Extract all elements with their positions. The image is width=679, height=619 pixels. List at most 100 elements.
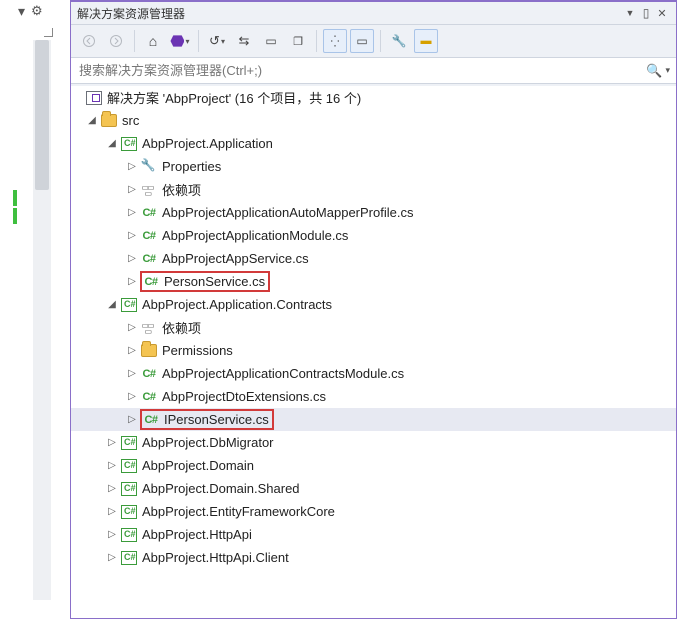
expand-icon[interactable]: ▷ xyxy=(125,390,139,404)
csproj-icon xyxy=(121,482,137,496)
properties-icon xyxy=(142,160,157,174)
back-button xyxy=(77,29,101,53)
expand-icon[interactable]: ▷ xyxy=(125,275,139,289)
expand-icon[interactable]: ▷ xyxy=(105,551,119,565)
arrow-left-icon xyxy=(83,35,95,47)
project-httpapiclient[interactable]: ▷ AbpProject.HttpApi.Client xyxy=(71,546,676,569)
file-appservice[interactable]: ▷ C# AbpProjectAppService.cs xyxy=(71,247,676,270)
node-properties[interactable]: ▷ Properties xyxy=(71,155,676,178)
solution-tree[interactable]: 解决方案 'AbpProject' (16 个项目，共 16 个) ◢ src … xyxy=(71,86,676,618)
expand-icon[interactable]: ▷ xyxy=(125,252,139,266)
expand-icon[interactable]: ▷ xyxy=(105,482,119,496)
tree-label: AbpProject.DbMigrator xyxy=(142,435,274,450)
expand-icon[interactable]: ▷ xyxy=(105,436,119,450)
sync-icon: ⇆ xyxy=(239,33,250,49)
project-httpapi[interactable]: ▷ AbpProject.HttpApi xyxy=(71,523,676,546)
split-handle-icon[interactable] xyxy=(44,28,53,37)
search-row: 🔍 ▾ xyxy=(71,58,676,84)
show-all-icon: ⁛ xyxy=(331,35,340,48)
properties-button[interactable]: 🔧 xyxy=(387,29,411,53)
pin-icon[interactable]: ▯ xyxy=(638,6,654,20)
expand-icon[interactable]: ▷ xyxy=(125,183,139,197)
tree-label: AbpProjectApplicationModule.cs xyxy=(162,228,348,243)
node-dependencies[interactable]: ▷ 依赖项 xyxy=(71,316,676,339)
file-automapper[interactable]: ▷ C# AbpProjectApplicationAutoMapperProf… xyxy=(71,201,676,224)
tree-label: AbpProject.Domain xyxy=(142,458,254,473)
csproj-icon xyxy=(121,505,137,519)
project-application[interactable]: ◢ AbpProject.Application xyxy=(71,132,676,155)
preview-button[interactable]: ▭ xyxy=(350,29,374,53)
history-icon: ↺ xyxy=(209,33,220,49)
expand-icon[interactable]: ◢ xyxy=(85,114,99,128)
expand-icon[interactable]: ▷ xyxy=(105,528,119,542)
tree-label: AbpProject.HttpApi xyxy=(142,527,252,542)
wrench-icon: 🔧 xyxy=(392,34,407,48)
expand-icon[interactable]: ▷ xyxy=(125,229,139,243)
cs-file-icon: C# xyxy=(142,230,155,242)
sync-button[interactable]: ⇆ xyxy=(232,29,256,53)
file-dtoext[interactable]: ▷ C# AbpProjectDtoExtensions.cs xyxy=(71,385,676,408)
tree-label: Permissions xyxy=(162,343,233,358)
vs-icon xyxy=(170,34,184,48)
show-all-files-button[interactable]: ⁛ xyxy=(323,29,347,53)
solution-node[interactable]: 解决方案 'AbpProject' (16 个项目，共 16 个) xyxy=(71,86,676,109)
file-personservice[interactable]: ▷ C# PersonService.cs xyxy=(71,270,676,293)
highlight-box: C# IPersonService.cs xyxy=(140,409,274,430)
history-button[interactable]: ↺▾ xyxy=(205,29,229,53)
home-button[interactable]: ⌂ xyxy=(141,29,165,53)
scrollbar-thumb[interactable] xyxy=(35,40,49,190)
tree-label: AbpProjectDtoExtensions.cs xyxy=(162,389,326,404)
dependencies-icon xyxy=(142,183,157,197)
expand-icon[interactable]: ▷ xyxy=(125,344,139,358)
editor-left-gutter: ▾ ⚙ xyxy=(0,0,70,619)
tree-label: AbpProjectApplicationAutoMapperProfile.c… xyxy=(162,205,413,220)
tree-label: AbpProject.EntityFrameworkCore xyxy=(142,504,335,519)
tree-label: 依赖项 xyxy=(162,318,201,337)
expand-icon[interactable]: ◢ xyxy=(105,137,119,151)
search-icon[interactable]: 🔍 xyxy=(643,63,665,79)
folder-icon xyxy=(101,114,117,127)
highlight-button[interactable]: ▬ xyxy=(414,29,438,53)
toolbar: ⌂ ▾ ↺▾ ⇆ ▭ ❐ ⁛ ▭ 🔧 ▬ xyxy=(71,24,676,58)
arrow-right-icon xyxy=(110,35,122,47)
tree-label: src xyxy=(122,113,139,128)
expand-icon[interactable]: ▷ xyxy=(105,459,119,473)
collapse-all-button[interactable]: ❐ xyxy=(286,29,310,53)
project-domainshared[interactable]: ▷ AbpProject.Domain.Shared xyxy=(71,477,676,500)
csproj-icon xyxy=(121,459,137,473)
editor-scrollbar[interactable] xyxy=(33,40,51,600)
search-dropdown-icon[interactable]: ▾ xyxy=(665,65,670,76)
gear-icon[interactable]: ⚙ xyxy=(31,3,43,20)
preview-icon: ▭ xyxy=(356,34,367,48)
project-dbmigrator[interactable]: ▷ AbpProject.DbMigrator xyxy=(71,431,676,454)
node-dependencies[interactable]: ▷ 依赖项 xyxy=(71,178,676,201)
project-domain[interactable]: ▷ AbpProject.Domain xyxy=(71,454,676,477)
highlight-icon: ▬ xyxy=(421,35,432,47)
close-icon[interactable]: ✕ xyxy=(654,7,670,20)
panel-title: 解决方案资源管理器 xyxy=(77,5,622,22)
project-efcore[interactable]: ▷ AbpProject.EntityFrameworkCore xyxy=(71,500,676,523)
home-icon: ⌂ xyxy=(149,33,157,49)
file-appmodule[interactable]: ▷ C# AbpProjectApplicationModule.cs xyxy=(71,224,676,247)
expand-icon[interactable]: ▷ xyxy=(125,367,139,381)
search-input[interactable] xyxy=(77,62,643,79)
refresh-button[interactable]: ▭ xyxy=(259,29,283,53)
expand-icon[interactable]: ▷ xyxy=(125,160,139,174)
folder-permissions[interactable]: ▷ Permissions xyxy=(71,339,676,362)
folder-src[interactable]: ◢ src xyxy=(71,109,676,132)
tree-label: AbpProjectApplicationContractsModule.cs xyxy=(162,366,404,381)
chevron-down-icon[interactable]: ▾ xyxy=(18,3,25,20)
expand-icon[interactable]: ▷ xyxy=(125,413,139,427)
folder-icon xyxy=(141,344,157,357)
window-position-icon[interactable]: ▼ xyxy=(622,8,638,18)
solution-icon xyxy=(86,91,102,105)
project-contracts[interactable]: ◢ AbpProject.Application.Contracts xyxy=(71,293,676,316)
expand-icon[interactable]: ▷ xyxy=(125,206,139,220)
file-contractsmodule[interactable]: ▷ C# AbpProjectApplicationContractsModul… xyxy=(71,362,676,385)
expand-icon[interactable]: ▷ xyxy=(125,321,139,335)
expand-icon[interactable]: ▷ xyxy=(105,505,119,519)
file-ipersonservice[interactable]: ▷ C# IPersonService.cs xyxy=(71,408,676,431)
tree-label: AbpProject.HttpApi.Client xyxy=(142,550,289,565)
switch-views-button[interactable]: ▾ xyxy=(168,29,192,53)
expand-icon[interactable]: ◢ xyxy=(105,298,119,312)
